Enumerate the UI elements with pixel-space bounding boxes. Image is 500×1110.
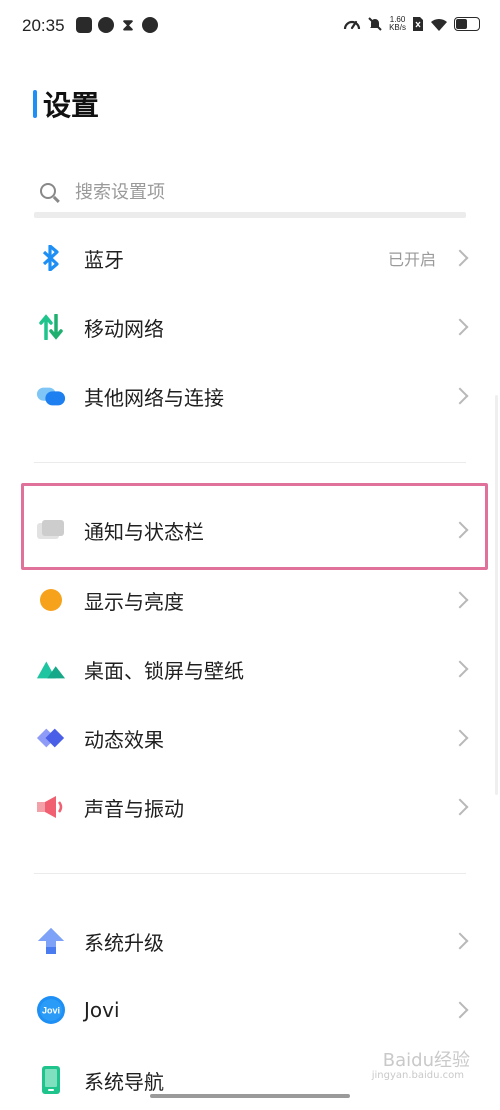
setting-label: Jovi bbox=[84, 998, 120, 1022]
app-icon bbox=[76, 17, 92, 33]
battery-icon bbox=[454, 17, 480, 31]
watermark: Baidu经验 bbox=[382, 1050, 470, 1071]
page-title: 设置 bbox=[43, 89, 100, 122]
setting-display-brightness[interactable]: 显示与亮度 bbox=[0, 570, 500, 630]
compass-icon bbox=[142, 17, 158, 33]
chevron-right-icon bbox=[451, 591, 469, 609]
animation-icon bbox=[36, 723, 66, 753]
svg-text:Jovi: Jovi bbox=[42, 1006, 60, 1016]
watermark-sub: jingyan.baidu.com bbox=[371, 1070, 464, 1081]
setting-label: 蓝牙 bbox=[84, 247, 124, 272]
upgrade-icon bbox=[36, 926, 66, 956]
mute-icon bbox=[368, 17, 382, 31]
chat-icon bbox=[98, 17, 114, 33]
chevron-right-icon bbox=[451, 387, 469, 405]
setting-wallpaper[interactable]: 桌面、锁屏与壁纸 bbox=[0, 639, 500, 699]
status-right-icons: 1.60 KB/s bbox=[343, 16, 480, 32]
status-left-icons: ⧗ bbox=[76, 17, 158, 33]
gesture-nav-handle[interactable] bbox=[150, 1094, 350, 1098]
chevron-right-icon bbox=[451, 932, 469, 950]
jovi-icon: Jovi bbox=[36, 995, 66, 1025]
sim-icon bbox=[413, 17, 423, 31]
setting-label: 桌面、锁屏与壁纸 bbox=[84, 658, 244, 683]
setting-system-upgrade[interactable]: 系统升级 bbox=[0, 911, 500, 971]
chevron-right-icon bbox=[451, 318, 469, 336]
net-speed-unit: KB/s bbox=[389, 23, 406, 32]
highlight-box bbox=[21, 483, 488, 570]
title-accent-bar bbox=[33, 90, 37, 118]
brightness-icon bbox=[36, 585, 66, 615]
setting-label: 声音与振动 bbox=[84, 796, 184, 821]
search-placeholder: 搜索设置项 bbox=[75, 182, 165, 203]
search-input[interactable]: 搜索设置项 bbox=[34, 172, 466, 210]
setting-label: 显示与亮度 bbox=[84, 589, 184, 614]
chevron-right-icon bbox=[451, 729, 469, 747]
mobile-data-icon bbox=[36, 312, 66, 342]
page-title-wrap: 设置 bbox=[33, 86, 99, 122]
hourglass-icon: ⧗ bbox=[122, 15, 134, 34]
setting-animation[interactable]: 动态效果 bbox=[0, 708, 500, 768]
chevron-right-icon bbox=[451, 798, 469, 816]
search-underline bbox=[34, 212, 466, 218]
setting-status: 已开启 bbox=[387, 250, 436, 269]
wallpaper-icon bbox=[36, 654, 66, 684]
setting-sound-vibration[interactable]: 声音与振动 bbox=[0, 777, 500, 837]
bluetooth-icon bbox=[36, 243, 66, 273]
connection-icon bbox=[36, 381, 66, 411]
wifi-icon bbox=[431, 18, 447, 31]
setting-label: 系统导航 bbox=[84, 1069, 164, 1094]
section-divider bbox=[34, 873, 466, 874]
search-icon bbox=[40, 183, 56, 199]
chevron-right-icon bbox=[451, 1001, 469, 1019]
navigation-icon bbox=[36, 1065, 66, 1095]
net-speed: 1.60 KB/s bbox=[389, 16, 406, 32]
setting-label: 动态效果 bbox=[84, 727, 164, 752]
setting-label: 移动网络 bbox=[84, 316, 164, 341]
setting-label: 系统升级 bbox=[84, 930, 164, 955]
chevron-right-icon bbox=[451, 249, 469, 267]
speed-icon bbox=[343, 20, 361, 30]
setting-jovi[interactable]: Jovi Jovi bbox=[0, 980, 500, 1040]
chevron-right-icon bbox=[451, 660, 469, 678]
setting-mobile-network[interactable]: 移动网络 bbox=[0, 297, 500, 357]
setting-bluetooth[interactable]: 蓝牙 已开启 bbox=[0, 228, 500, 288]
status-time: 20:35 bbox=[22, 16, 65, 35]
sound-icon bbox=[36, 792, 66, 822]
status-bar: 20:35 ⧗ 1.60 KB/s bbox=[0, 0, 500, 54]
scrollbar[interactable] bbox=[495, 395, 498, 795]
setting-label: 其他网络与连接 bbox=[84, 385, 224, 410]
section-divider bbox=[34, 462, 466, 463]
setting-other-networks[interactable]: 其他网络与连接 bbox=[0, 366, 500, 426]
